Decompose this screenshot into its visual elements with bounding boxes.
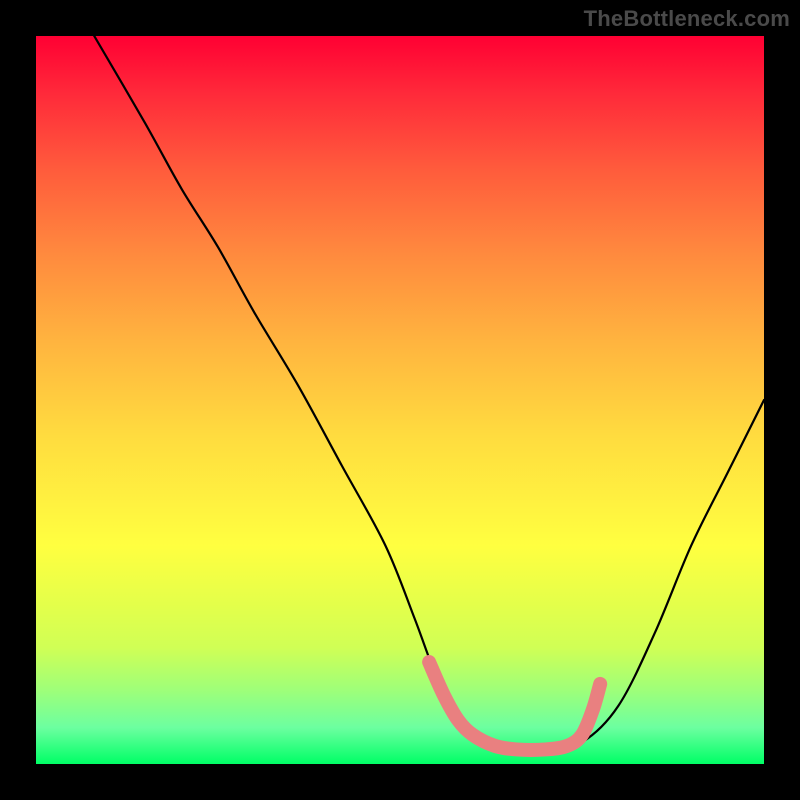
chart-stage: TheBottleneck.com [0, 0, 800, 800]
optimal-range-marker [429, 662, 600, 750]
curve-layer [36, 36, 764, 764]
plot-area [36, 36, 764, 764]
watermark-text: TheBottleneck.com [584, 6, 790, 32]
bottleneck-curve [94, 36, 764, 750]
